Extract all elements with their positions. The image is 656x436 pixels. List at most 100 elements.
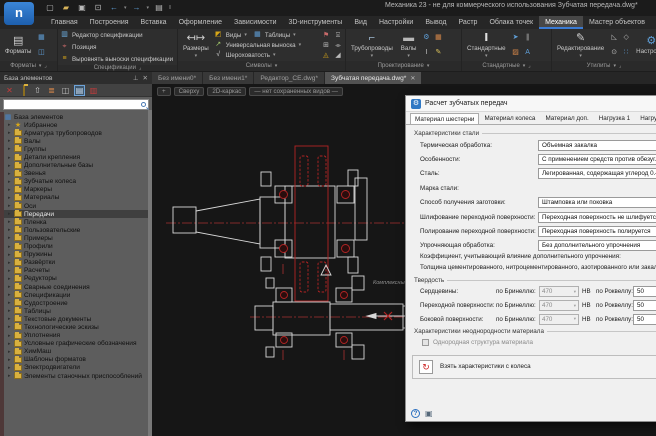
tree-item[interactable]: ▸Арматура трубопроводов <box>0 129 152 137</box>
blank-method-combo[interactable]: Штамповка или поковка <box>538 197 656 208</box>
saved-views-control[interactable]: — нет сохраненных видов — <box>249 87 343 96</box>
ribbon-tab-rastr[interactable]: Растр <box>453 16 484 29</box>
rockwell-flank-combo[interactable]: 50 <box>633 314 656 325</box>
visual-style-control[interactable]: 2D-каркас <box>207 87 246 96</box>
viewport-menu-control[interactable]: + <box>157 87 171 96</box>
rockwell-core-combo[interactable]: 50 <box>633 286 656 297</box>
tree-item[interactable]: ▸Маркеры <box>0 186 152 194</box>
frame-icon[interactable]: ⊞ <box>321 41 331 50</box>
app-logo-icon[interactable]: n <box>4 2 34 25</box>
save-as-icon[interactable]: ⊡ <box>92 2 104 13</box>
stamp-icon[interactable]: ⌻ <box>333 31 343 40</box>
tree-item[interactable]: ▸Шаблоны форматов <box>0 356 152 364</box>
tree-item[interactable]: ▸Технологические эскизы <box>0 323 152 331</box>
tree-item[interactable]: ▸Звенья <box>0 170 152 178</box>
ribbon-tab-vstavka[interactable]: Вставка <box>135 16 173 29</box>
search-input[interactable] <box>3 99 149 110</box>
tree-item[interactable]: ▸Сварные соединения <box>0 283 152 291</box>
ribbon-tab-vid[interactable]: Вид <box>348 16 373 29</box>
beam-icon[interactable]: Ⅰ <box>421 48 431 57</box>
view-direction-control[interactable]: Сверху <box>174 87 205 96</box>
design-caption[interactable]: Проектирование▾ <box>346 61 461 71</box>
up-level-icon[interactable]: ⇧ <box>32 85 43 96</box>
undo-icon[interactable]: ← <box>108 2 120 13</box>
grid-icon[interactable]: ▦ <box>433 33 443 42</box>
dialog-launcher-icon[interactable]: ⌟ <box>619 63 621 69</box>
tree-item[interactable]: ▸Редукторы <box>0 275 152 283</box>
new-document-icon[interactable]: ▢ <box>44 2 56 13</box>
open-folder-icon[interactable] <box>18 85 29 96</box>
tree-item[interactable]: ▸Элементы станочных приспособлений <box>0 372 152 380</box>
tree-item[interactable]: ▸Профили <box>0 243 152 251</box>
tree-item[interactable]: ▸Спецификации <box>0 291 152 299</box>
tree-item[interactable]: ▸Условные графические обозначения <box>0 340 152 348</box>
dimensions-button[interactable]: ↤↦ Размеры ▾ <box>180 30 212 60</box>
doc-tab[interactable]: Редактор_СЕ.dwg* <box>254 72 324 84</box>
tree-item[interactable]: ▸Пленка <box>0 218 152 226</box>
standard-parts-button[interactable]: Ⅰ Стандартные ▾ <box>464 30 509 60</box>
windows-icon[interactable]: ◫ <box>60 85 71 96</box>
utils-caption[interactable]: Утилиты▾⌟ <box>552 61 656 71</box>
brinell-core-combo[interactable]: 470▾ <box>539 286 579 297</box>
rhomb-icon[interactable]: ◇ <box>621 33 631 42</box>
shafts-button[interactable]: ▬ Валы ▾ <box>398 30 420 60</box>
mark-icon[interactable]: ◬ <box>321 51 331 60</box>
hatch-icon[interactable]: ▨ <box>511 48 521 57</box>
measure-icon[interactable]: ◺ <box>609 33 619 42</box>
tree-item[interactable]: ▸Развёртки <box>0 259 152 267</box>
help-icon[interactable]: ? <box>411 409 420 418</box>
grinding-combo[interactable]: Переходная поверхность не шлифуется <box>538 212 656 223</box>
delete-icon[interactable]: ✕ <box>4 85 15 96</box>
formats-button[interactable]: ▤ Форматы <box>2 30 34 60</box>
specs-caption[interactable]: Спецификации⌟ <box>58 65 177 71</box>
standard-caption[interactable]: Стандартные▾⌟ <box>462 61 551 71</box>
gear-pair-icon[interactable]: ⚙ <box>421 33 431 42</box>
zoom-icon[interactable]: ⊙ <box>609 48 619 57</box>
tree-item[interactable]: ▸Текстовые документы <box>0 315 152 323</box>
tree-item[interactable]: ▸Таблицы <box>0 307 152 315</box>
ribbon-tab-mekhanika[interactable]: Механика <box>539 16 583 29</box>
tree-item[interactable]: ▸Уплотнения <box>0 332 152 340</box>
settings-button[interactable]: ⚙ Настройки <box>633 30 656 60</box>
pin-icon[interactable]: ⊥ <box>133 74 139 82</box>
letter-a-icon[interactable]: A <box>523 48 533 57</box>
heat-treatment-combo[interactable]: Объемная закалка <box>538 140 656 151</box>
symbols-caption[interactable]: Символы▾ <box>178 61 345 71</box>
tree-item[interactable]: ▸Группы <box>0 145 152 153</box>
ribbon-tab-postroeniya[interactable]: Построения <box>84 16 135 29</box>
roughness-button[interactable]: √Шероховатость▾ <box>214 50 319 60</box>
ribbon-tab-master[interactable]: Мастер объектов <box>583 16 651 29</box>
tree-item[interactable]: ▸Судостроение <box>0 299 152 307</box>
take-from-wheel-button[interactable]: ↻ <box>419 360 433 374</box>
preview-icon[interactable]: ▤ <box>74 85 85 96</box>
undo-caret-icon[interactable]: ▾ <box>124 5 127 11</box>
doc-tab[interactable]: Без имени0* <box>152 72 202 84</box>
dialog-launcher-icon[interactable]: ⌟ <box>44 63 46 69</box>
tree-item[interactable]: ▸Оси <box>0 202 152 210</box>
position-button[interactable]: ⌖Позиция <box>60 42 175 52</box>
tree-item-favorites[interactable]: ▸★Избранное <box>0 121 152 129</box>
ruler-icon[interactable]: ⌯ <box>333 41 343 50</box>
tab-load-2[interactable]: Нагрузка 2 <box>635 112 656 124</box>
uniform-structure-checkbox[interactable] <box>422 339 429 346</box>
dialog-launcher-icon[interactable]: ⌟ <box>139 65 141 71</box>
ribbon-tab-oblaka[interactable]: Облака точек <box>483 16 539 29</box>
tree-item[interactable]: ▸Примеры <box>0 234 152 242</box>
universal-leader-button[interactable]: ↗Универсальная выноска▾ <box>214 40 319 50</box>
tree-item[interactable]: ▸Материалы <box>0 194 152 202</box>
hardening-combo[interactable]: Без дополнительного упрочнения <box>538 240 656 251</box>
tree-item[interactable]: ▸Дополнительные базы <box>0 162 152 170</box>
ribbon-tab-oformlenie[interactable]: Оформление <box>173 16 228 29</box>
pencil-icon[interactable]: ✎ <box>433 48 443 57</box>
slope-icon[interactable]: ◢ <box>333 51 343 60</box>
ribbon-tab-vyvod[interactable]: Вывод <box>419 16 452 29</box>
report-icon[interactable]: ▣ <box>425 409 433 418</box>
qat-menu-icon[interactable]: ‖ <box>169 5 171 11</box>
bolt-icon[interactable]: ∥ <box>523 33 533 42</box>
tab-material-extra[interactable]: Материал доп. <box>540 112 593 124</box>
tree-item[interactable]: ▸Пользовательские <box>0 226 152 234</box>
dialog-titlebar[interactable]: ⚙ Расчет зубчатых передач <box>406 96 656 112</box>
drawing-canvas[interactable]: + Сверху 2D-каркас — нет сохраненных вид… <box>152 84 656 436</box>
datum-icon[interactable]: ⚑ <box>321 31 331 40</box>
redo-icon[interactable]: → <box>131 2 143 13</box>
